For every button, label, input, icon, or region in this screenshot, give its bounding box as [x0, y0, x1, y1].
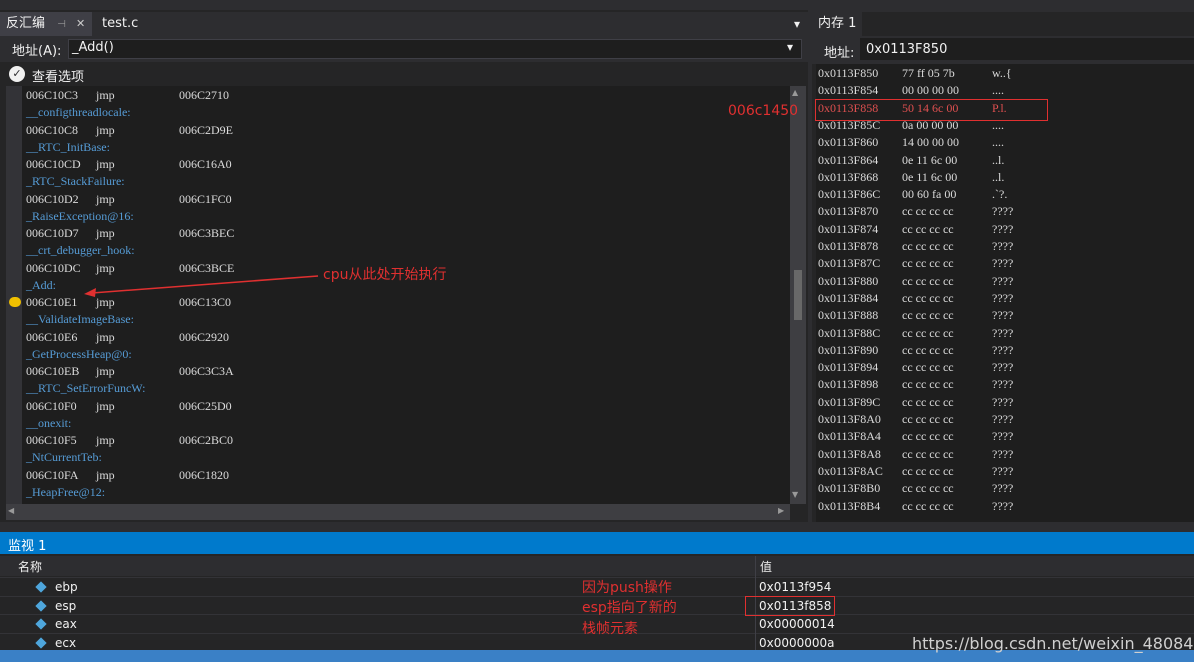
annotation-cpu-start: cpu从此处开始执行: [323, 267, 447, 283]
watermark: https://blog.csdn.net/weixin_48084293: [912, 634, 1194, 653]
annotation-arrow-line: [91, 275, 319, 294]
annotation-esp-highlight-box: [745, 596, 835, 616]
annotation-arrow-head: [84, 288, 96, 297]
annotation-push-note-3: 栈帧元素: [582, 621, 638, 637]
annotation-mem-value: 006c1450: [728, 103, 799, 119]
annotation-push-note-2: esp指向了新的: [582, 600, 677, 616]
annotation-push-note-1: 因为push操作: [582, 580, 672, 596]
annotation-mem-highlight-box: [815, 99, 1048, 121]
